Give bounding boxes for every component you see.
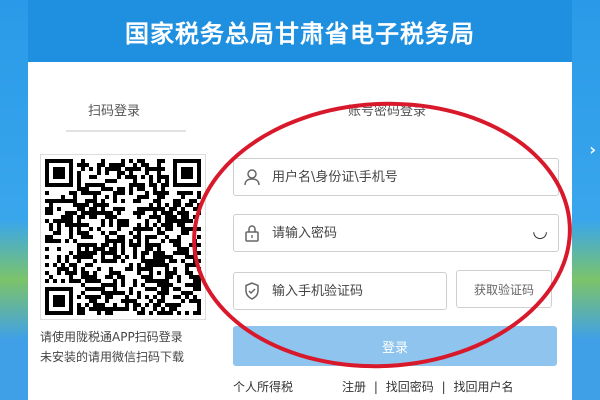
right-edge-partial-text: › — [589, 140, 596, 159]
username-input[interactable] — [270, 168, 514, 186]
lock-icon — [234, 215, 270, 251]
toggle-password-visibility-icon[interactable]: ◡ — [532, 221, 548, 242]
password-input[interactable] — [270, 224, 514, 242]
login-button[interactable]: 登录 — [233, 326, 557, 366]
page-title: 国家税务总局甘肃省电子税务局 — [125, 19, 475, 48]
username-field[interactable] — [233, 158, 559, 196]
qr-download-instruction: 未安装的请用微信扫码下载 — [40, 350, 185, 364]
right-background-strip: › — [572, 0, 600, 400]
page-header: 国家税务总局甘肃省电子税务局 — [28, 0, 572, 62]
left-background-strip — [0, 0, 28, 400]
get-code-button[interactable]: 获取验证码 — [456, 270, 552, 308]
qr-instruction: 请使用陇税通APP扫码登录 — [40, 330, 183, 344]
sms-code-field[interactable] — [233, 272, 447, 310]
sms-code-input[interactable] — [270, 282, 434, 300]
user-icon — [234, 159, 270, 195]
recover-password-link[interactable]: 找回密码 — [386, 380, 434, 394]
login-card: 扫码登录 账号密码登录 请使用陇税通APP扫码登录 未安装的请用微信扫码下载 ◡ — [28, 62, 572, 400]
link-separator: | — [373, 380, 378, 394]
qr-code-image — [40, 154, 206, 320]
tab-account-login[interactable]: 账号密码登录 — [348, 100, 426, 119]
register-link[interactable]: 注册 — [342, 380, 366, 394]
link-separator: | — [441, 380, 446, 394]
recover-username-link[interactable]: 找回用户名 — [453, 380, 513, 394]
tab-qr-login[interactable]: 扫码登录 — [88, 100, 140, 119]
account-links: 注册 | 找回密码 | 找回用户名 — [340, 378, 515, 395]
password-field[interactable]: ◡ — [233, 214, 559, 252]
shield-icon — [234, 273, 270, 309]
personal-tax-link[interactable]: 个人所得税 — [233, 378, 293, 395]
tab-underline — [66, 130, 186, 132]
